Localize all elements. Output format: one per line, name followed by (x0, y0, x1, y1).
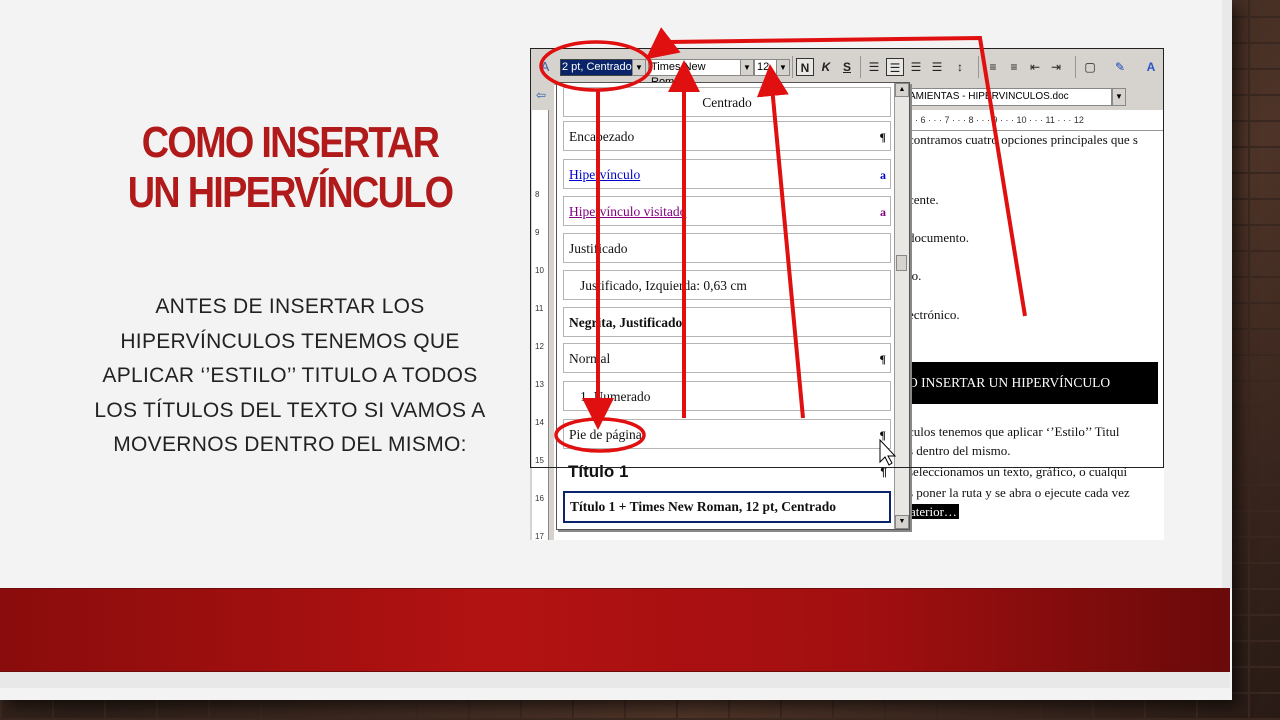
style-option-label: Negrita, Justificado (569, 315, 683, 330)
bold-button[interactable]: N (796, 58, 814, 76)
heading-banner: O INSERTAR UN HIPERVÍNCULO (906, 362, 1158, 404)
paragraph-style-icon: ¶ (879, 428, 886, 442)
paragraph-style-icon: ¶ (880, 465, 887, 479)
font-dropdown-arrow-icon[interactable]: ▼ (740, 59, 754, 76)
style-option-label: Encabezado (569, 129, 635, 144)
selected-text[interactable]: aterior… (908, 504, 959, 519)
size-dropdown-arrow-icon[interactable]: ▼ (776, 59, 790, 76)
word-screenshot: A 2 pt, Centrado ▼ Times New Roman ▼ 12 … (530, 48, 1164, 540)
style-option[interactable]: Centrado (563, 87, 891, 117)
line-spacing-icon[interactable]: ↕ (951, 58, 969, 76)
ruler-mark: 8 (535, 190, 540, 199)
style-option[interactable]: Justificado (563, 233, 891, 263)
scroll-thumb[interactable] (896, 255, 907, 271)
style-option-label: Título 1 + Times New Roman, 12 pt, Centr… (570, 499, 836, 514)
toolbar-separator (978, 56, 979, 78)
underline-button[interactable]: S (838, 58, 856, 76)
ruler-mark: 13 (535, 380, 544, 389)
doc-text-line: s dentro del mismo. (908, 443, 1011, 458)
address-bar: AMIENTAS - HIPERVINCULOS.doc ▼ (900, 84, 1164, 110)
formatting-toolbar: A 2 pt, Centrado ▼ Times New Roman ▼ 12 … (530, 48, 1164, 88)
dropdown-scrollbar[interactable]: ▲ ▼ (894, 83, 909, 529)
ruler-mark: 9 (535, 228, 540, 237)
toolbar-separator (792, 56, 793, 78)
ruler-mark: 16 (535, 494, 544, 503)
doc-text-line: culos tenemos que aplicar ‘’Estilo’’ Tit… (908, 424, 1120, 439)
border-icon[interactable]: ▢ (1081, 58, 1099, 76)
address-input[interactable]: AMIENTAS - HIPERVINCULOS.doc (906, 88, 1112, 106)
ruler-mark: 14 (535, 418, 544, 427)
style-option-label: Título 1 (568, 462, 629, 481)
align-left-icon[interactable]: ☰ (865, 58, 883, 76)
numbered-list-icon[interactable]: ≡ (984, 58, 1002, 76)
ruler-mark: 11 (535, 304, 544, 313)
style-option-label: Justificado (569, 241, 628, 256)
doc-text-line: ectrónico. (908, 307, 960, 322)
justify-icon[interactable]: ☰ (928, 58, 946, 76)
style-option-label: Hipervínculo visitado (569, 204, 687, 219)
ruler-mark: 12 (535, 342, 544, 351)
doc-text-line: contramos cuatro opciones principales qu… (908, 132, 1138, 147)
footer-red-bar (0, 588, 1230, 672)
style-option[interactable]: Encabezado ¶ (563, 121, 891, 151)
document-body: contramos cuatro opciones principales qu… (900, 130, 1164, 540)
vertical-ruler: 8 9 10 11 12 13 14 15 16 17 (532, 110, 549, 540)
paragraph-style-icon: ¶ (879, 352, 886, 366)
footer-shadow (0, 670, 1230, 688)
character-style-icon: a (880, 205, 886, 219)
style-option[interactable]: Título 1 ¶ (563, 457, 891, 487)
character-style-icon: a (880, 168, 886, 182)
highlight-icon[interactable]: ✎ (1111, 58, 1129, 76)
toolbar-separator (1075, 56, 1076, 78)
doc-text-line: documento. (908, 230, 970, 245)
align-right-icon[interactable]: ☰ (907, 58, 925, 76)
back-arrow-icon[interactable]: ⇦ (536, 88, 546, 102)
style-dropdown-list[interactable]: Centrado Encabezado ¶ Hipervínculo a Hipervín… (556, 82, 910, 530)
style-option-label: Centrado (702, 95, 752, 110)
slide-body-text: ANTES DE INSERTAR LOS HIPERVÍNCULOS TENE… (94, 295, 486, 456)
ruler-mark: 10 (535, 266, 544, 275)
style-option-label: 1. Numerado (580, 389, 651, 404)
doc-text-line: seleccionamos un texto, gráfico, o cualq… (908, 464, 1128, 479)
style-option-label: Justificado, Izquierda: 0,63 cm (580, 278, 747, 293)
style-option[interactable]: Negrita, Justificado (563, 307, 891, 337)
slide-title: COMO INSERTAR UN HIPERVÍNCULO (127, 118, 454, 217)
ruler-mark: 15 (535, 456, 544, 465)
style-option-label: Hipervínculo (569, 167, 641, 182)
horizontal-ruler: · · · 6 · · · 7 · · · 8 · · · 9 · · · 10… (900, 110, 1164, 131)
scroll-up-icon[interactable]: ▲ (895, 83, 909, 97)
decrease-indent-icon[interactable]: ⇤ (1026, 58, 1044, 76)
style-dropdown-arrow-icon[interactable]: ▼ (632, 59, 646, 76)
style-option[interactable]: Título 1 + Times New Roman, 12 pt, Centr… (563, 491, 891, 523)
ruler-mark: 17 (535, 532, 544, 540)
style-option[interactable]: Hipervínculo visitado a (563, 196, 891, 226)
align-center-icon[interactable]: ☰ (886, 58, 904, 76)
style-option[interactable]: Pie de página ¶ (563, 419, 891, 449)
toolbar-separator (860, 56, 861, 78)
font-selector[interactable]: Times New Roman (648, 59, 744, 88)
doc-text-line: to. (908, 268, 922, 283)
style-option[interactable]: 1. Numerado (563, 381, 891, 411)
style-option[interactable]: Justificado, Izquierda: 0,63 cm (563, 270, 891, 300)
style-option[interactable]: Hipervínculo a (563, 159, 891, 189)
doc-text-line: s poner la ruta y se abra o ejecute cada… (908, 485, 1130, 500)
paragraph-style-icon: ¶ (879, 130, 886, 144)
style-option-label: Pie de página (569, 427, 642, 442)
bulleted-list-icon[interactable]: ≡ (1005, 58, 1023, 76)
increase-indent-icon[interactable]: ⇥ (1047, 58, 1065, 76)
address-dropdown-arrow-icon[interactable]: ▼ (1112, 88, 1126, 106)
scroll-down-icon[interactable]: ▼ (895, 515, 909, 529)
style-option-label: Normal (569, 351, 611, 366)
doc-text-line: cente. (908, 192, 939, 207)
slide-panel: COMO INSERTAR UN HIPERVÍNCULO ANTES DE I… (0, 0, 1232, 700)
style-selector[interactable]: 2 pt, Centrado (560, 59, 633, 76)
italic-button[interactable]: K (817, 58, 835, 76)
font-color-icon[interactable]: A (1142, 58, 1160, 76)
style-option[interactable]: Normal ¶ (563, 343, 891, 373)
styles-pane-icon[interactable]: A (536, 58, 554, 76)
